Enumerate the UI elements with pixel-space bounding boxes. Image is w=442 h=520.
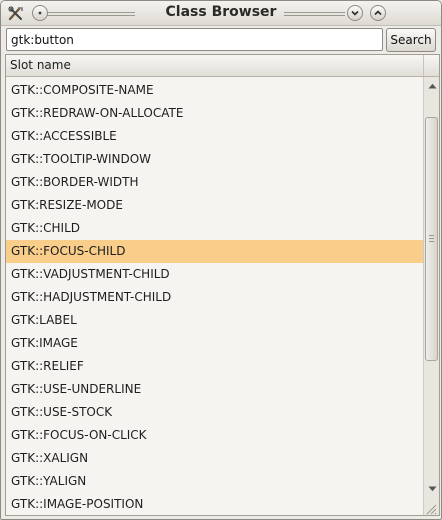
tools-icon[interactable]	[7, 5, 25, 23]
list-item[interactable]: GTK::ACCESSIBLE	[6, 125, 423, 148]
list-item[interactable]: GTK::TOOLTIP-WINDOW	[6, 148, 423, 171]
list-item[interactable]: GTK::COMPOSITE-NAME	[6, 79, 423, 102]
column-header-slot-name[interactable]: Slot name	[6, 55, 423, 77]
list-item[interactable]: GTK::USE-UNDERLINE	[6, 378, 423, 401]
list-item[interactable]: GTK::IMAGE-POSITION	[6, 493, 423, 515]
slot-list: Slot name GTK::COMPOSITE-NAME GTK::REDRAW…	[5, 54, 440, 516]
title-grip-right	[259, 12, 345, 18]
search-button[interactable]: Search	[386, 28, 436, 52]
list-item[interactable]: GTK::FOCUS-CHILD	[6, 240, 423, 263]
column-header-filler	[423, 55, 439, 77]
slot-rows: GTK::COMPOSITE-NAME GTK::REDRAW-ON-ALLOCA…	[6, 79, 423, 515]
thumb-grip	[429, 235, 434, 243]
list-item[interactable]: GTK::HADJUSTMENT-CHILD	[6, 286, 423, 309]
list-item[interactable]: GTK::BORDER-WIDTH	[6, 171, 423, 194]
search-input[interactable]	[6, 28, 383, 51]
maximize-icon[interactable]	[370, 5, 386, 21]
list-item[interactable]: GTK::VADJUSTMENT-CHILD	[6, 263, 423, 286]
scroll-down-arrow-icon[interactable]	[426, 483, 438, 495]
list-item[interactable]: GTK::REDRAW-ON-ALLOCATE	[6, 102, 423, 125]
window-menu-icon[interactable]	[32, 5, 48, 21]
class-browser-window: Class Browser Search Slot name GTK::COMP…	[0, 0, 442, 520]
list-item[interactable]: GTK::USE-STOCK	[6, 401, 423, 424]
list-item[interactable]: GTK::FOCUS-ON-CLICK	[6, 424, 423, 447]
list-item[interactable]: GTK:RESIZE-MODE	[6, 194, 423, 217]
list-item[interactable]: GTK::RELIEF	[6, 355, 423, 378]
title-bar[interactable]: Class Browser	[1, 1, 441, 26]
vertical-scrollbar[interactable]	[423, 77, 439, 515]
list-item[interactable]: GTK:LABEL	[6, 309, 423, 332]
list-item[interactable]: GTK:IMAGE	[6, 332, 423, 355]
scrollbar-thumb[interactable]	[425, 117, 438, 361]
resize-grip-icon[interactable]	[423, 501, 437, 515]
list-item[interactable]: GTK::CHILD	[6, 217, 423, 240]
title-grip-left	[45, 12, 135, 18]
minimize-icon[interactable]	[347, 5, 363, 21]
list-item[interactable]: GTK::XALIGN	[6, 447, 423, 470]
scroll-up-arrow-icon[interactable]	[426, 80, 438, 92]
list-item[interactable]: GTK::YALIGN	[6, 470, 423, 493]
